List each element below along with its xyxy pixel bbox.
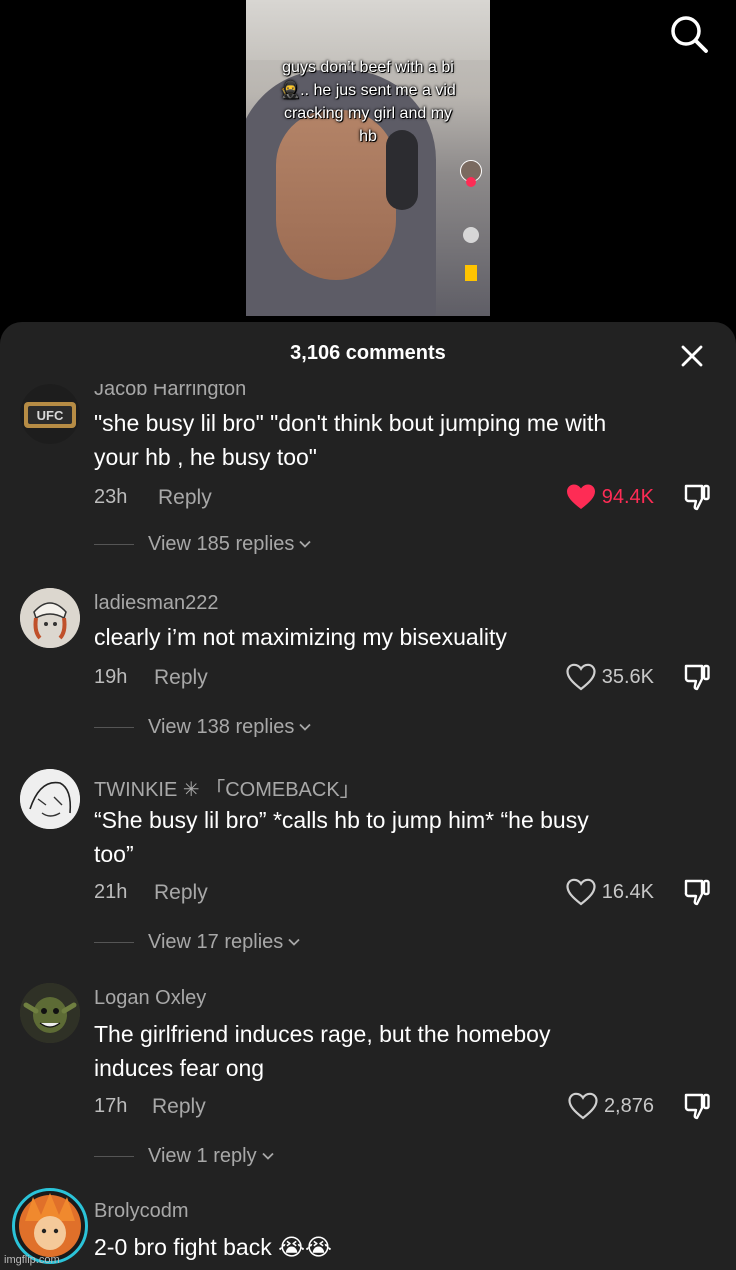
avatar[interactable] bbox=[20, 588, 80, 648]
view-replies-label: View 138 replies bbox=[148, 715, 295, 738]
view-replies-divider bbox=[94, 1155, 134, 1157]
comment-username[interactable]: ladiesman222 bbox=[94, 592, 219, 615]
comment-text-line: "she busy lil bro" "don't think bout jum… bbox=[94, 410, 607, 436]
comment-text-line: 2-0 bro fight back 😭😭 bbox=[94, 1234, 332, 1260]
chevron-down-icon bbox=[261, 1152, 274, 1160]
comment-text: “She busy lil bro” *calls hb to jump him… bbox=[94, 803, 714, 871]
like-count: 35.6K bbox=[601, 665, 654, 688]
video-caption-line: cracking my girl and my bbox=[283, 105, 453, 122]
svg-text:UFC: UFC bbox=[37, 408, 64, 423]
avatar-illustration bbox=[20, 588, 80, 648]
chevron-down-icon bbox=[299, 540, 312, 548]
heart-icon bbox=[566, 663, 596, 691]
comment-item: TWINKIE ✳ 「COMEBACK」 “She busy lil bro” … bbox=[0, 767, 736, 981]
comment-meta: 17h Reply 2,876 bbox=[94, 1089, 714, 1123]
video-caption: guys don’t beef with a bi 🥷.. he jus sen… bbox=[246, 56, 490, 148]
avatar[interactable] bbox=[12, 1188, 88, 1264]
comment-text-line: “She busy lil bro” *calls hb to jump him… bbox=[94, 807, 589, 833]
dislike-icon[interactable] bbox=[682, 877, 712, 907]
search-icon[interactable] bbox=[667, 12, 711, 56]
comment-meta: 19h Reply 35.6K bbox=[94, 660, 714, 694]
comment-item: Logan Oxley The girlfriend induces rage,… bbox=[0, 981, 736, 1195]
video-caption-line: 🥷.. he jus sent me a vid bbox=[280, 82, 456, 99]
reply-button[interactable]: Reply bbox=[154, 666, 208, 690]
dislike-icon[interactable] bbox=[682, 482, 712, 512]
heart-icon bbox=[566, 484, 595, 509]
comment-time: 21h bbox=[94, 881, 128, 903]
like-count: 16.4K bbox=[601, 880, 654, 903]
comment-meta: 21h Reply 16.4K bbox=[94, 875, 714, 909]
comments-header: 3,106 comments bbox=[0, 322, 736, 384]
bookmark-icon[interactable] bbox=[465, 265, 477, 281]
view-replies-label: View 185 replies bbox=[148, 532, 295, 555]
comment-username[interactable]: Brolycodm bbox=[94, 1200, 188, 1223]
comment-list[interactable]: UFC Jacob Harrington "she busy lil bro" … bbox=[0, 384, 736, 1270]
view-replies-divider bbox=[94, 726, 134, 728]
reply-button[interactable]: Reply bbox=[154, 881, 208, 905]
like-button[interactable]: 94.4K bbox=[566, 482, 654, 512]
comment-bubble-icon[interactable] bbox=[463, 227, 479, 243]
view-replies-button[interactable]: View 138 replies bbox=[94, 712, 312, 742]
like-count: 2,876 bbox=[603, 1094, 654, 1117]
like-button[interactable]: 2,876 bbox=[568, 1091, 654, 1121]
like-button[interactable]: 16.4K bbox=[566, 877, 654, 907]
comment-item: UFC Jacob Harrington "she busy lil bro" … bbox=[0, 384, 736, 570]
reply-button[interactable]: Reply bbox=[152, 1095, 206, 1119]
heart-icon bbox=[566, 878, 596, 906]
comment-text-line: induces fear ong bbox=[94, 1055, 265, 1081]
comment-item: Brolycodm 2-0 bro fight back 😭😭 bbox=[0, 1188, 736, 1270]
dislike-icon[interactable] bbox=[682, 662, 712, 692]
view-replies-button[interactable]: View 185 replies bbox=[94, 529, 312, 559]
comment-text-line: too” bbox=[94, 841, 134, 867]
comment-time: 17h bbox=[94, 1095, 128, 1117]
avatar[interactable] bbox=[20, 983, 80, 1043]
comment-text: 2-0 bro fight back 😭😭 bbox=[94, 1230, 714, 1264]
avatar-illustration bbox=[20, 983, 80, 1043]
like-count: 94.4K bbox=[601, 485, 654, 508]
view-replies-label: View 17 replies bbox=[148, 930, 284, 953]
comment-meta: 23h Reply 94.4K bbox=[94, 480, 714, 514]
close-icon[interactable] bbox=[676, 340, 708, 372]
video-caption-line: hb bbox=[359, 128, 377, 145]
video-caption-line: guys don’t beef with a bi bbox=[282, 59, 454, 76]
avatar-illustration bbox=[20, 769, 80, 829]
dislike-icon[interactable] bbox=[682, 1091, 712, 1121]
chevron-down-icon bbox=[299, 723, 312, 731]
comment-username[interactable]: Jacob Harrington bbox=[94, 384, 246, 401]
comments-count-title: 3,106 comments bbox=[290, 342, 446, 364]
avatar[interactable] bbox=[20, 769, 80, 829]
chevron-down-icon bbox=[288, 938, 300, 946]
view-replies-divider bbox=[94, 543, 134, 545]
view-replies-divider bbox=[94, 941, 134, 943]
view-replies-button[interactable]: View 17 replies bbox=[94, 927, 301, 957]
comments-sheet: 3,106 comments UFC Jacob Harrington "she… bbox=[0, 322, 736, 1270]
video-area: guys don’t beef with a bi 🥷.. he jus sen… bbox=[0, 0, 736, 322]
avatar-illustration bbox=[19, 1193, 81, 1257]
comment-text: The girlfriend induces rage, but the hom… bbox=[94, 1017, 714, 1085]
comment-text-line: The girlfriend induces rage, but the hom… bbox=[94, 1021, 551, 1047]
comment-username[interactable]: Logan Oxley bbox=[94, 987, 206, 1010]
comment-time: 23h bbox=[94, 486, 128, 508]
reply-button[interactable]: Reply bbox=[158, 486, 212, 510]
comment-text-line: your hb , he busy too" bbox=[94, 444, 317, 470]
comment-text-line: clearly i’m not maximizing my bisexualit… bbox=[94, 624, 507, 650]
video-side-actions bbox=[460, 160, 482, 281]
comment-text: clearly i’m not maximizing my bisexualit… bbox=[94, 620, 714, 654]
follow-plus-icon[interactable] bbox=[466, 177, 476, 187]
view-replies-label: View 1 reply bbox=[148, 1144, 257, 1167]
like-button[interactable]: 35.6K bbox=[566, 662, 654, 692]
avatar[interactable]: UFC bbox=[20, 384, 80, 444]
comment-text: "she busy lil bro" "don't think bout jum… bbox=[94, 406, 714, 474]
video-thumbnail[interactable]: guys don’t beef with a bi 🥷.. he jus sen… bbox=[246, 0, 490, 316]
heart-icon bbox=[568, 1092, 598, 1120]
comment-username[interactable]: TWINKIE ✳ 「COMEBACK」 bbox=[94, 773, 360, 802]
comment-time: 19h bbox=[94, 666, 128, 688]
comment-item: ladiesman222 clearly i’m not maximizing … bbox=[0, 586, 736, 766]
ufc-badge-icon: UFC bbox=[20, 384, 80, 444]
video-ceiling bbox=[246, 0, 490, 60]
view-replies-button[interactable]: View 1 reply bbox=[94, 1141, 275, 1171]
watermark: imgflip.com bbox=[4, 1254, 60, 1266]
